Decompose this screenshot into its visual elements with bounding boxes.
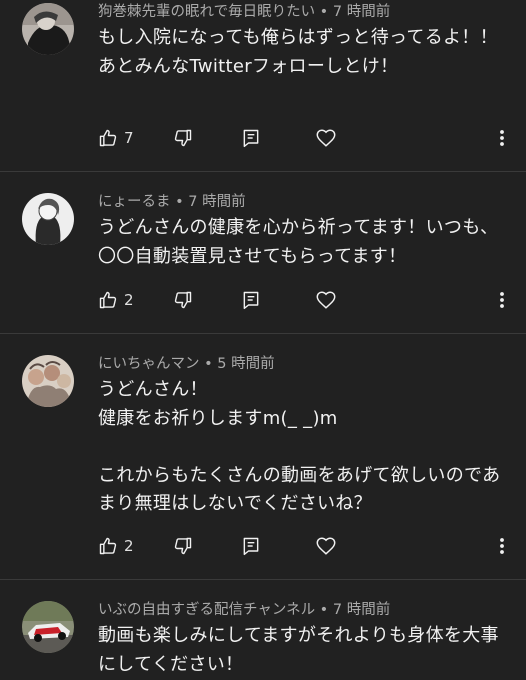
avatar[interactable] xyxy=(22,355,74,407)
comment-actions: 2 xyxy=(0,531,526,561)
comment-actions: 2 xyxy=(0,285,526,315)
dislike-button[interactable] xyxy=(173,123,193,153)
more-options-button[interactable] xyxy=(496,531,508,561)
thumb-down-icon xyxy=(174,129,192,147)
comment-header: にいちゃんマン • 5 時間前 xyxy=(98,354,275,374)
more-vert-icon xyxy=(500,292,504,308)
comment-time: 7 時間前 xyxy=(188,194,246,210)
reply-button[interactable] xyxy=(241,531,261,561)
comment-header: いぶの自由すぎる配信チャンネル • 7 時間前 xyxy=(98,600,390,620)
like-count: 2 xyxy=(124,291,134,309)
heart-icon xyxy=(316,129,336,147)
thumb-down-icon xyxy=(174,291,192,309)
divider xyxy=(0,333,526,334)
comment-header: にょーるま • 7 時間前 xyxy=(98,192,246,212)
meta-separator: • xyxy=(315,602,333,618)
more-options-button[interactable] xyxy=(496,285,508,315)
avatar[interactable] xyxy=(22,3,74,55)
reply-icon xyxy=(243,291,259,310)
heart-icon xyxy=(316,291,336,309)
reply-icon xyxy=(243,129,259,148)
meta-separator: • xyxy=(315,4,333,20)
dislike-button[interactable] xyxy=(173,531,193,561)
reply-icon xyxy=(243,537,259,556)
reply-button[interactable] xyxy=(241,285,261,315)
like-button[interactable]: 2 xyxy=(98,531,134,561)
thumb-down-icon xyxy=(174,537,192,555)
avatar[interactable] xyxy=(22,193,74,245)
comment-actions: 7 xyxy=(0,123,526,153)
heart-button[interactable] xyxy=(315,123,337,153)
meta-separator: • xyxy=(170,194,189,210)
more-vert-icon xyxy=(500,538,504,554)
avatar-image xyxy=(22,193,74,245)
like-count: 7 xyxy=(124,129,134,147)
comment-time: 7 時間前 xyxy=(332,602,391,618)
comment-text: うどんさん！ 健康をお祈りしますm(_ _)m これからもたくさんの動画をあげて… xyxy=(98,379,501,514)
reply-button[interactable] xyxy=(241,123,261,153)
heart-button[interactable] xyxy=(315,531,337,561)
heart-button[interactable] xyxy=(315,285,337,315)
dislike-button[interactable] xyxy=(173,285,193,315)
thumb-up-icon xyxy=(99,129,117,147)
heart-icon xyxy=(316,537,336,555)
avatar-image xyxy=(22,601,74,653)
thumb-up-icon xyxy=(99,537,117,555)
comment-author[interactable]: 狗巻棘先輩の眠れで毎日眠りたい xyxy=(98,4,315,20)
comment-author[interactable]: にいちゃんマン xyxy=(98,356,200,372)
avatar[interactable] xyxy=(22,601,74,653)
avatar-image xyxy=(22,355,74,407)
more-vert-icon xyxy=(500,130,504,146)
comment-time: 7 時間前 xyxy=(332,4,391,20)
like-button[interactable]: 2 xyxy=(98,285,134,315)
comment-text: うどんさんの健康を心から祈ってます！いつも、〇〇自動装置見させてもらってます！ xyxy=(98,217,499,267)
meta-separator: • xyxy=(199,356,218,372)
divider xyxy=(0,171,526,172)
thumb-up-icon xyxy=(99,291,117,309)
avatar-image xyxy=(22,3,74,55)
like-count: 2 xyxy=(124,537,134,555)
comment-time: 5 時間前 xyxy=(217,356,275,372)
comment-header: 狗巻棘先輩の眠れで毎日眠りたい • 7 時間前 xyxy=(98,2,390,22)
comment-text: 動画も楽しみにしてますがそれよりも身体を大事にしてください！ xyxy=(98,625,499,675)
more-options-button[interactable] xyxy=(496,123,508,153)
comment-text: もし入院になっても俺らはずっと待ってるよ！！ あとみんなTwitterフォローし… xyxy=(98,27,498,77)
like-button[interactable]: 7 xyxy=(98,123,134,153)
comment-author[interactable]: にょーるま xyxy=(98,194,171,210)
comment-author[interactable]: いぶの自由すぎる配信チャンネル xyxy=(98,602,315,618)
divider xyxy=(0,579,526,580)
